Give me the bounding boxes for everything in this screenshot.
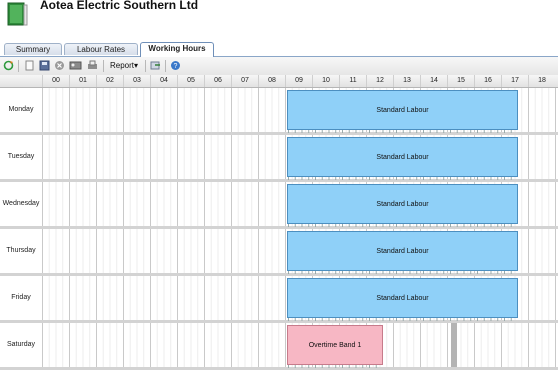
hour-label: 00 <box>42 75 69 87</box>
refresh-icon[interactable] <box>3 60 14 71</box>
hour-label: 01 <box>69 75 96 87</box>
hour-label: 12 <box>366 75 393 87</box>
block-footer <box>288 177 517 180</box>
help-icon[interactable]: ? <box>170 60 181 71</box>
hour-label: 14 <box>420 75 447 87</box>
hour-label: 07 <box>231 75 258 87</box>
chevron-down-icon: ▾ <box>134 61 139 70</box>
hour-label: 13 <box>393 75 420 87</box>
day-label: Wednesday <box>0 182 43 226</box>
hour-label: 15 <box>447 75 474 87</box>
hour-label: 06 <box>204 75 231 87</box>
standard-labour-block[interactable]: Standard Labour <box>287 231 518 274</box>
block-label: Standard Labour <box>376 294 429 302</box>
app-title: Aotea Electric Southern Ltd <box>40 0 199 12</box>
hour-label: 09 <box>285 75 312 87</box>
block-label: Standard Labour <box>376 153 429 161</box>
day-label: Saturday <box>0 323 43 367</box>
document-icon[interactable] <box>24 60 35 71</box>
print-icon[interactable] <box>87 60 98 71</box>
hour-label: 10 <box>312 75 339 87</box>
toolbar: Report▾ ? <box>0 57 558 76</box>
day-label: Tuesday <box>0 135 43 179</box>
tab-summary[interactable]: Summary <box>4 43 62 55</box>
standard-labour-block[interactable]: Standard Labour <box>287 137 518 180</box>
tab-bar: Summary Labour Rates Working Hours <box>0 42 558 57</box>
block-footer <box>288 318 517 321</box>
hour-label: 11 <box>339 75 366 87</box>
day-row: Thursday Standard Labour <box>0 229 558 276</box>
day-row: Monday Standard Labour <box>0 88 558 135</box>
hour-label: 02 <box>96 75 123 87</box>
block-footer <box>288 224 517 227</box>
header: Aotea Electric Southern Ltd <box>0 0 558 38</box>
block-footer <box>288 130 517 133</box>
block-label: Standard Labour <box>376 247 429 255</box>
day-label: Thursday <box>0 229 43 273</box>
day-label: Monday <box>0 88 43 132</box>
standard-labour-block[interactable]: Standard Labour <box>287 184 518 227</box>
block-footer <box>288 365 382 368</box>
block-label: Standard Labour <box>376 200 429 208</box>
cancel-icon[interactable] <box>54 60 65 71</box>
toolbar-separator <box>145 60 146 72</box>
overtime-block[interactable]: Overtime Band 1 <box>287 325 383 368</box>
day-row: Saturday Overtime Band 1 <box>0 323 558 370</box>
report-label: Report <box>110 61 135 70</box>
tab-labour-rates[interactable]: Labour Rates <box>64 43 138 55</box>
block-label: Standard Labour <box>376 106 429 114</box>
hour-label: 05 <box>177 75 204 87</box>
export-icon[interactable] <box>150 60 161 71</box>
save-icon[interactable] <box>39 60 50 71</box>
hour-label: 16 <box>474 75 501 87</box>
day-row: Tuesday Standard Labour <box>0 135 558 182</box>
hour-label: 04 <box>150 75 177 87</box>
day-label: Friday <box>0 276 43 320</box>
hour-label: 17 <box>501 75 528 87</box>
standard-labour-block[interactable]: Standard Labour <box>287 90 518 133</box>
hour-header: 00 01 02 03 04 05 06 07 08 09 10 11 12 13 14 15 16 17 18 <box>0 75 558 88</box>
toolbar-separator <box>103 60 104 72</box>
hour-label: 18 <box>528 75 555 87</box>
toolbar-separator <box>165 60 166 72</box>
hour-label: 03 <box>123 75 150 87</box>
toolbar-separator <box>18 60 19 72</box>
block-label: Overtime Band 1 <box>308 341 362 349</box>
hour-label: 08 <box>258 75 285 87</box>
block-footer <box>288 271 517 274</box>
day-row: Wednesday Standard Labour <box>0 182 558 229</box>
svg-text:?: ? <box>174 63 178 70</box>
contact-card-icon[interactable] <box>69 60 82 71</box>
book-icon <box>7 2 28 26</box>
tab-working-hours[interactable]: Working Hours <box>140 42 214 57</box>
standard-labour-block[interactable]: Standard Labour <box>287 278 518 321</box>
day-row: Friday Standard Labour <box>0 276 558 323</box>
unavailable-marker <box>451 323 457 367</box>
report-menu[interactable]: Report▾ <box>110 60 138 72</box>
